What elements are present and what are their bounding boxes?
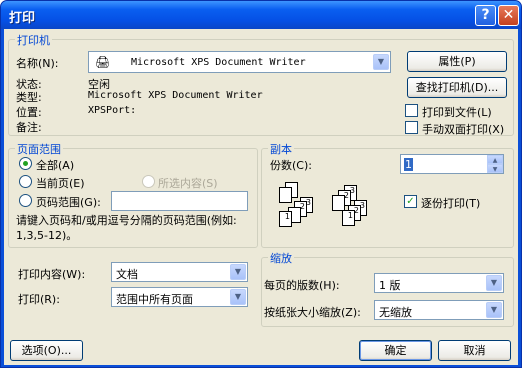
type-value: Microsoft XPS Document Writer	[88, 90, 263, 101]
page-icon: 1	[342, 210, 355, 226]
close-button[interactable]: ✕	[498, 5, 519, 26]
range-current-radio[interactable]	[19, 175, 32, 188]
find-printer-button[interactable]: 查找打印机(D)...	[407, 77, 507, 98]
scale-select[interactable]: 无缩放 ▼	[374, 300, 504, 320]
print-what-select[interactable]: 文档 ▼	[111, 262, 248, 282]
manual-duplex-checkbox[interactable]	[405, 121, 418, 134]
manual-duplex-label[interactable]: 手动双面打印(X)	[422, 121, 504, 137]
collate-label[interactable]: 逐份打印(T)	[421, 195, 480, 211]
title-bar[interactable]: 打印 ? ✕	[1, 1, 521, 29]
page-range-hint: 请键入页码和/或用逗号分隔的页码范围(例如: 1,3,5-12)。	[16, 214, 237, 242]
print-what-value: 文档	[116, 268, 138, 281]
printer-group-label: 打印机	[15, 32, 52, 48]
window-title: 打印	[9, 11, 36, 26]
scale-value: 无缩放	[379, 306, 412, 319]
scale-label: 按纸张大小缩放(Z):	[264, 306, 361, 319]
chevron-down-icon[interactable]: ▼	[230, 264, 246, 280]
comment-label: 备注:	[16, 121, 42, 134]
zoom-group-label: 缩放	[268, 250, 294, 266]
range-pages-label[interactable]: 页码范围(G):	[36, 194, 101, 210]
spin-up-icon[interactable]: ▲	[487, 155, 503, 164]
copies-count-label: 份数(C):	[270, 159, 312, 172]
print-option-value: 范围中所有页面	[116, 293, 193, 306]
chevron-down-icon[interactable]: ▼	[373, 54, 389, 70]
range-current-label[interactable]: 当前页(E)	[36, 175, 85, 191]
dialog-body: 打印机 名称(N): 🖨 Microsoft XPS Document Writ…	[4, 29, 518, 365]
print-what-label: 打印内容(W):	[18, 268, 86, 281]
copies-group-label: 副本	[268, 141, 294, 157]
help-button[interactable]: ?	[475, 5, 496, 26]
range-selection-radio	[142, 175, 155, 188]
copies-spinner[interactable]: ▲ ▼	[487, 155, 503, 173]
spin-down-icon[interactable]: ▼	[487, 164, 503, 173]
print-to-file-checkbox[interactable]	[405, 104, 418, 117]
type-label: 类型:	[16, 91, 42, 104]
pages-per-sheet-select[interactable]: 1 版 ▼	[374, 273, 504, 293]
location-label: 位置:	[16, 106, 42, 119]
printer-name-select[interactable]: 🖨 Microsoft XPS Document Writer ▼	[88, 51, 391, 73]
chevron-down-icon[interactable]: ▼	[230, 289, 246, 305]
range-pages-radio[interactable]	[19, 194, 32, 207]
page-icon	[332, 195, 345, 211]
print-option-label: 打印(R):	[18, 293, 60, 306]
page-icon	[279, 187, 292, 203]
range-selection-label: 所选内容(S)	[158, 177, 218, 190]
print-option-select[interactable]: 范围中所有页面 ▼	[111, 287, 248, 307]
cancel-button[interactable]: 取消	[438, 340, 511, 361]
chevron-down-icon[interactable]: ▼	[486, 302, 502, 318]
print-dialog: 打印 ? ✕ 打印机 名称(N): 🖨 Microsoft XPS Docume…	[0, 0, 522, 368]
location-value: XPSPort:	[88, 105, 137, 116]
pages-per-sheet-label: 每页的版数(H):	[264, 279, 340, 292]
range-all-radio[interactable]	[19, 157, 32, 170]
properties-button[interactable]: 属性(P)	[407, 51, 507, 72]
copies-count-value: 1	[404, 158, 413, 171]
options-button[interactable]: 选项(O)...	[10, 340, 83, 361]
printer-icon: 🖨	[95, 55, 111, 69]
collate-checkbox[interactable]: ✓	[404, 195, 417, 208]
range-all-label[interactable]: 全部(A)	[36, 157, 74, 173]
page-range-input[interactable]	[111, 191, 248, 211]
page-icon: 1	[279, 211, 292, 227]
copies-count-input[interactable]: 1 ▲ ▼	[400, 154, 504, 174]
ok-button[interactable]: 确定	[359, 340, 432, 361]
print-to-file-label[interactable]: 打印到文件(L)	[422, 104, 492, 120]
page-range-group-label: 页面范围	[15, 141, 63, 157]
pages-per-sheet-value: 1 版	[379, 279, 401, 292]
chevron-down-icon[interactable]: ▼	[486, 275, 502, 291]
printer-name-value: Microsoft XPS Document Writer	[131, 57, 306, 68]
printer-name-label: 名称(N):	[16, 57, 59, 70]
